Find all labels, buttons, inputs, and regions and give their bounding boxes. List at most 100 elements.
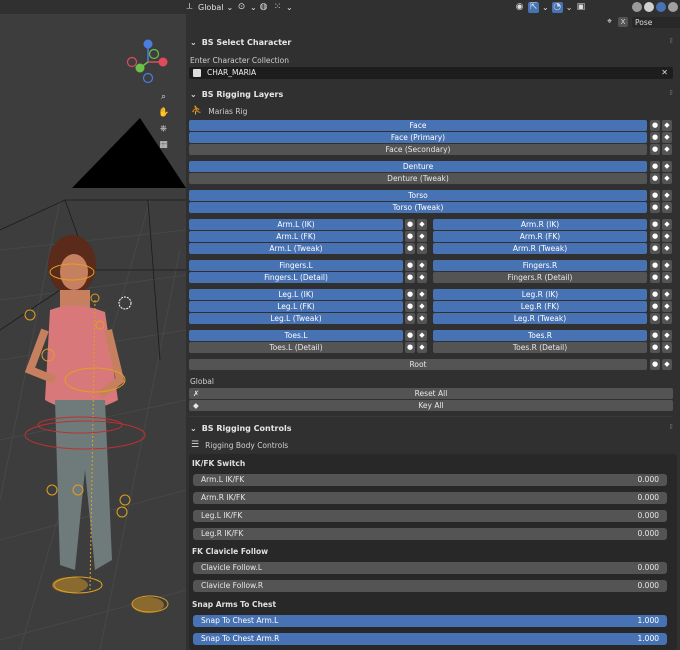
- face-primary-visibility-icon[interactable]: ●: [650, 132, 660, 143]
- reset-all-button[interactable]: ✗ Reset All: [189, 388, 673, 399]
- layer-face-primary-button[interactable]: Face (Primary): [189, 132, 647, 143]
- layer-root-button[interactable]: Root: [189, 359, 647, 370]
- toes-r-detail-visibility-icon[interactable]: ●: [650, 342, 660, 353]
- pivot-point[interactable]: ⊙ ⌄: [236, 1, 257, 13]
- leg-r-tweak-visibility-icon[interactable]: ●: [650, 313, 660, 324]
- solid-shading-icon[interactable]: [644, 2, 654, 12]
- torso-visibility-icon[interactable]: ●: [650, 190, 660, 201]
- leg-l-tweak-select-icon[interactable]: ◆: [417, 313, 427, 324]
- leg-r-ik-select-icon[interactable]: ◆: [662, 289, 672, 300]
- layer-fingers-r-detail-button[interactable]: Fingers.R (Detail): [433, 272, 647, 283]
- snap-chest-arm-l-slider[interactable]: Snap To Chest Arm.L 1.000: [193, 615, 667, 627]
- leg-l-ik-visibility-icon[interactable]: ●: [405, 289, 415, 300]
- rigging-controls-header[interactable]: ⌄ BS Rigging Controls: [190, 421, 291, 435]
- face-secondary-visibility-icon[interactable]: ●: [650, 144, 660, 155]
- leg-r-fk-visibility-icon[interactable]: ●: [650, 301, 660, 312]
- close-button[interactable]: X: [618, 17, 628, 27]
- arm-r-tweak-visibility-icon[interactable]: ●: [650, 243, 660, 254]
- toes-r-detail-select-icon[interactable]: ◆: [662, 342, 672, 353]
- layer-face-secondary-button[interactable]: Face (Secondary): [189, 144, 647, 155]
- key-all-button[interactable]: ◆ Key All: [189, 400, 673, 411]
- layer-arm-r-fk-button[interactable]: Arm.R (FK): [433, 231, 647, 242]
- toes-l-select-icon[interactable]: ◆: [417, 330, 427, 341]
- layer-arm-l-tweak-button[interactable]: Arm.L (Tweak): [189, 243, 403, 254]
- collection-field[interactable]: CHAR_MARIA ✕: [189, 67, 673, 79]
- leg-r-ik-visibility-icon[interactable]: ●: [650, 289, 660, 300]
- face-visibility-icon[interactable]: ●: [650, 120, 660, 131]
- layer-denture-button[interactable]: Denture: [189, 161, 647, 172]
- layer-leg-r-ik-button[interactable]: Leg.R (IK): [433, 289, 647, 300]
- layer-arm-r-ik-button[interactable]: Arm.R (IK): [433, 219, 647, 230]
- layer-toes-l-button[interactable]: Toes.L: [189, 330, 403, 341]
- fingers-l-detail-visibility-icon[interactable]: ●: [405, 272, 415, 283]
- 3d-viewport[interactable]: ⌕ ✋ ⎈ ▦: [0, 0, 186, 650]
- toes-r-visibility-icon[interactable]: ●: [650, 330, 660, 341]
- arm-l-fk-visibility-icon[interactable]: ●: [405, 231, 415, 242]
- clavicle-follow-r-slider[interactable]: Clavicle Follow.R 0.000: [193, 580, 667, 592]
- arm-l-ikfk-slider[interactable]: Arm.L IK/FK 0.000: [193, 474, 667, 486]
- toes-r-select-icon[interactable]: ◆: [662, 330, 672, 341]
- layer-toes-l-detail-button[interactable]: Toes.L (Detail): [189, 342, 403, 353]
- leg-l-fk-select-icon[interactable]: ◆: [417, 301, 427, 312]
- pose-options-tab[interactable]: Pose Options: [632, 17, 680, 38]
- leg-r-fk-select-icon[interactable]: ◆: [662, 301, 672, 312]
- view-tools[interactable]: ◉ ⇱ ⌄ ◔ ⌄ ▣: [514, 1, 586, 13]
- layer-arm-l-fk-button[interactable]: Arm.L (FK): [189, 231, 403, 242]
- denture-tweak-select-icon[interactable]: ◆: [662, 173, 672, 184]
- arm-r-fk-visibility-icon[interactable]: ●: [650, 231, 660, 242]
- layer-leg-l-tweak-button[interactable]: Leg.L (Tweak): [189, 313, 403, 324]
- rendered-shading-icon[interactable]: [668, 2, 678, 12]
- layer-toes-r-detail-button[interactable]: Toes.R (Detail): [433, 342, 647, 353]
- grid-view-icon[interactable]: ▦: [158, 140, 169, 151]
- leg-r-tweak-select-icon[interactable]: ◆: [662, 313, 672, 324]
- arm-l-tweak-select-icon[interactable]: ◆: [417, 243, 427, 254]
- camera-view-icon[interactable]: ⎈: [158, 124, 169, 135]
- denture-tweak-visibility-icon[interactable]: ●: [650, 173, 660, 184]
- leg-l-fk-visibility-icon[interactable]: ●: [405, 301, 415, 312]
- select-character-header[interactable]: ⌄ BS Select Character: [190, 35, 291, 49]
- face-select-icon[interactable]: ◆: [662, 120, 672, 131]
- arm-r-ik-visibility-icon[interactable]: ●: [650, 219, 660, 230]
- pin-icon[interactable]: ⌖: [604, 17, 615, 28]
- denture-visibility-icon[interactable]: ●: [650, 161, 660, 172]
- layer-arm-l-ik-button[interactable]: Arm.L (IK): [189, 219, 403, 230]
- drag-handle-icon[interactable]: ⁞⁞: [670, 89, 674, 97]
- zoom-icon[interactable]: ⌕: [158, 92, 169, 103]
- layer-denture-tweak-button[interactable]: Denture (Tweak): [189, 173, 647, 184]
- leg-l-ik-select-icon[interactable]: ◆: [417, 289, 427, 300]
- arm-l-tweak-visibility-icon[interactable]: ●: [405, 243, 415, 254]
- navigation-gizmo[interactable]: [124, 38, 174, 88]
- clear-icon[interactable]: ✕: [661, 68, 668, 77]
- layer-face-button[interactable]: Face: [189, 120, 647, 131]
- layer-leg-r-fk-button[interactable]: Leg.R (FK): [433, 301, 647, 312]
- denture-select-icon[interactable]: ◆: [662, 161, 672, 172]
- torso-tweak-visibility-icon[interactable]: ●: [650, 202, 660, 213]
- arm-r-fk-select-icon[interactable]: ◆: [662, 231, 672, 242]
- material-shading-icon[interactable]: [656, 2, 666, 12]
- fingers-l-visibility-icon[interactable]: ●: [405, 260, 415, 271]
- snap-chest-arm-r-slider[interactable]: Snap To Chest Arm.R 1.000: [193, 633, 667, 645]
- layer-leg-l-fk-button[interactable]: Leg.L (FK): [189, 301, 403, 312]
- clavicle-follow-l-slider[interactable]: Clavicle Follow.L 0.000: [193, 562, 667, 574]
- arm-l-ik-select-icon[interactable]: ◆: [417, 219, 427, 230]
- pan-hand-icon[interactable]: ✋: [158, 108, 169, 119]
- leg-r-ikfk-slider[interactable]: Leg.R IK/FK 0.000: [193, 528, 667, 540]
- fingers-l-detail-select-icon[interactable]: ◆: [417, 272, 427, 283]
- torso-tweak-select-icon[interactable]: ◆: [662, 202, 672, 213]
- snapping[interactable]: ◍ ⁙ ⌄: [258, 1, 293, 13]
- face-primary-select-icon[interactable]: ◆: [662, 132, 672, 143]
- layer-fingers-l-detail-button[interactable]: Fingers.L (Detail): [189, 272, 403, 283]
- layer-toes-r-button[interactable]: Toes.R: [433, 330, 647, 341]
- fingers-r-detail-select-icon[interactable]: ◆: [662, 272, 672, 283]
- transform-orientation[interactable]: ⟂ Global ⌄: [184, 1, 233, 13]
- layer-leg-l-ik-button[interactable]: Leg.L (IK): [189, 289, 403, 300]
- arm-r-tweak-select-icon[interactable]: ◆: [662, 243, 672, 254]
- layer-fingers-l-button[interactable]: Fingers.L: [189, 260, 403, 271]
- arm-l-ik-visibility-icon[interactable]: ●: [405, 219, 415, 230]
- leg-l-tweak-visibility-icon[interactable]: ●: [405, 313, 415, 324]
- layer-torso-tweak-button[interactable]: Torso (Tweak): [189, 202, 647, 213]
- face-secondary-select-icon[interactable]: ◆: [662, 144, 672, 155]
- fingers-r-visibility-icon[interactable]: ●: [650, 260, 660, 271]
- fingers-l-select-icon[interactable]: ◆: [417, 260, 427, 271]
- rigging-layers-header[interactable]: ⌄ BS Rigging Layers: [190, 87, 283, 101]
